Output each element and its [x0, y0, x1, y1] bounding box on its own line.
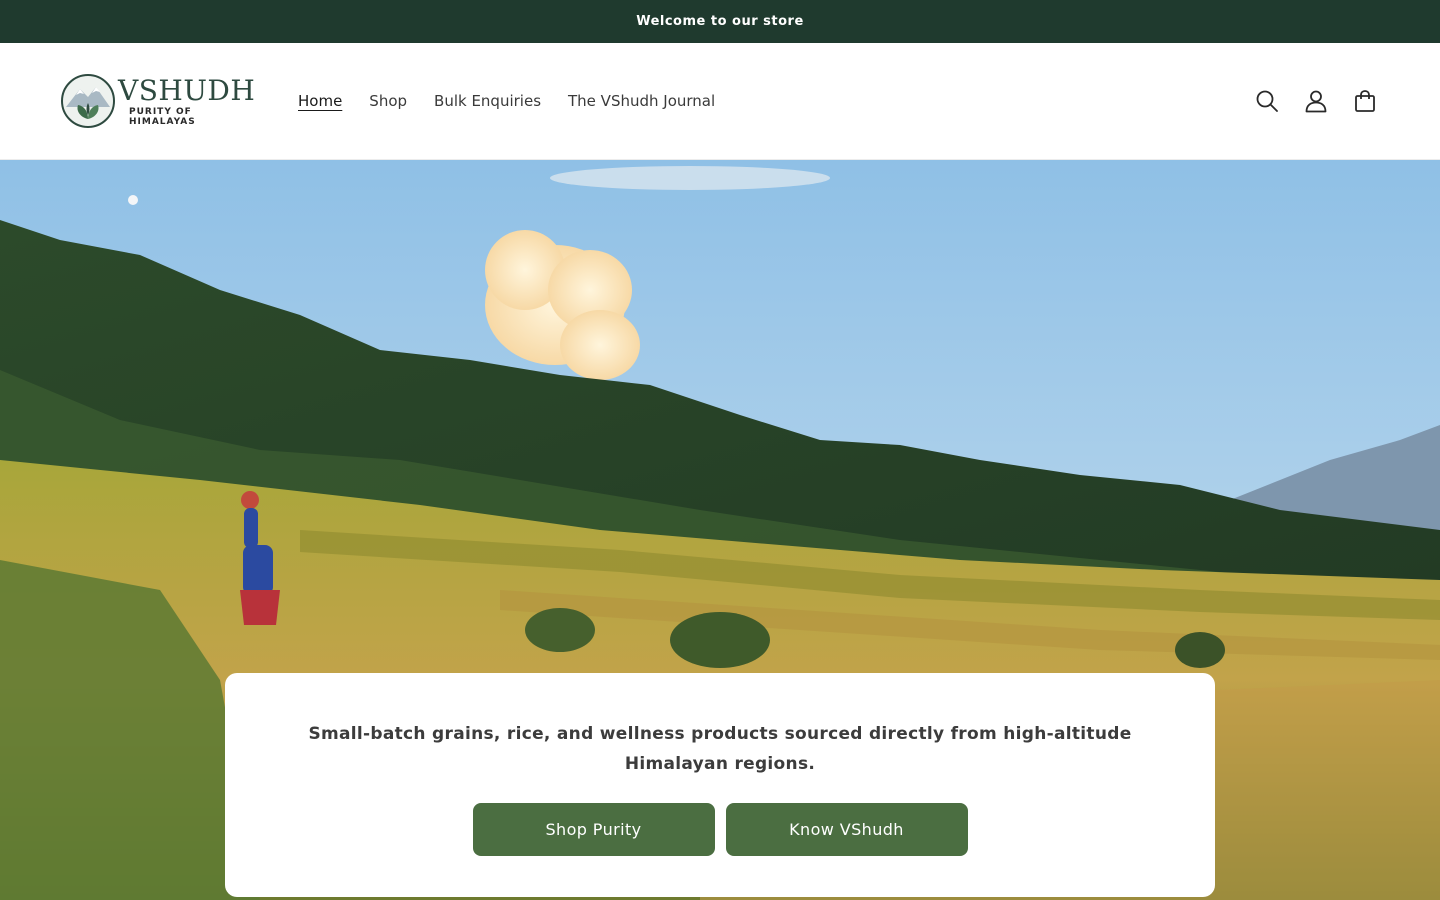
- brand-name: VSHUDH: [118, 73, 256, 107]
- search-icon[interactable]: [1254, 88, 1280, 114]
- nav-item-shop[interactable]: Shop: [369, 92, 407, 110]
- mountain-leaf-logo-icon: [61, 74, 115, 128]
- announcement-text: Welcome to our store: [636, 14, 804, 29]
- brand-tagline: PURITY OF HIMALAYAS: [129, 106, 196, 127]
- site-header: VSHUDH PURITY OF HIMALAYAS Home Shop Bul…: [0, 43, 1440, 160]
- hero-content-card: Small-batch grains, rice, and wellness p…: [225, 673, 1215, 897]
- brand-logo[interactable]: VSHUDH PURITY OF HIMALAYAS: [60, 72, 255, 130]
- shop-purity-button[interactable]: Shop Purity: [472, 803, 715, 856]
- hero-description: Small-batch grains, rice, and wellness p…: [308, 724, 1132, 774]
- hero-buttons: Shop Purity Know VShudh: [472, 803, 968, 856]
- account-icon[interactable]: [1303, 88, 1329, 114]
- announcement-bar: Welcome to our store: [0, 0, 1440, 43]
- nav-item-bulk-enquiries[interactable]: Bulk Enquiries: [434, 92, 541, 110]
- nav-item-home[interactable]: Home: [298, 92, 342, 110]
- know-vshudh-button[interactable]: Know VShudh: [725, 803, 968, 856]
- main-nav: Home Shop Bulk Enquiries The VShudh Jour…: [298, 43, 742, 158]
- hero-banner: Small-batch grains, rice, and wellness p…: [0, 160, 1440, 900]
- cart-icon[interactable]: [1352, 88, 1378, 114]
- header-actions: [1231, 43, 1378, 158]
- nav-item-journal[interactable]: The VShudh Journal: [568, 92, 715, 110]
